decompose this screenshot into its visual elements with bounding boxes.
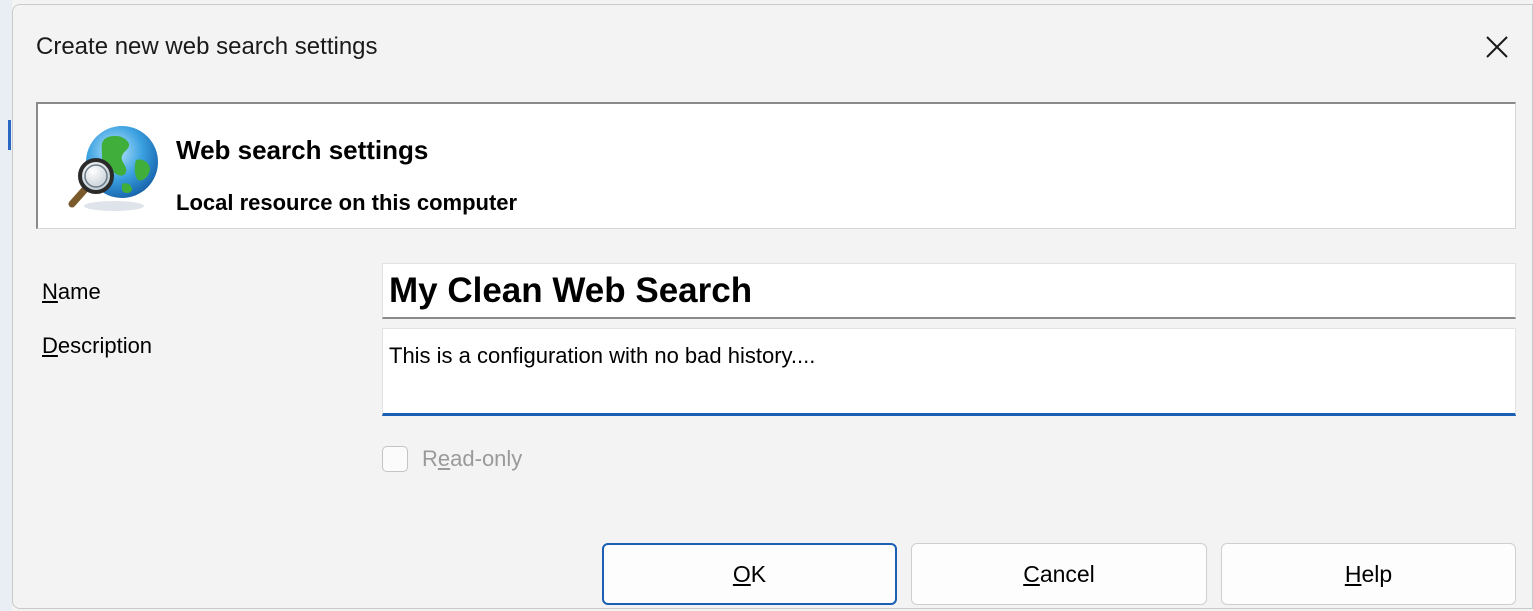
web-search-settings-dialog: Create new web search settings Web searc… [12,4,1533,609]
close-icon [1486,36,1508,58]
readonly-checkbox-row[interactable]: Read-only [382,443,522,475]
readonly-label-mnemonic: e [437,446,451,471]
description-label: Description [42,333,152,359]
dialog-titlebar: Create new web search settings [13,5,1532,89]
dialog-title: Create new web search settings [36,33,378,60]
description-input[interactable]: This is a configuration with no bad hist… [382,328,1516,416]
ok-button[interactable]: OK [602,543,897,605]
ok-button-label: K [750,560,767,587]
header-subtitle: Local resource on this computer [176,190,518,215]
help-button[interactable]: Help [1221,543,1516,605]
header-title: Web search settings [176,135,429,165]
cancel-button-label: ancel [1039,560,1095,587]
readonly-checkbox[interactable] [382,446,408,472]
readonly-label: Read-only [422,446,522,472]
name-label-mnemonic: N [42,279,58,304]
ok-button-mnemonic: O [732,560,751,587]
readonly-label-text: ad-only [450,446,523,471]
name-input[interactable] [382,263,1516,319]
background-selection-marker [8,120,11,150]
name-label: Name [42,279,101,305]
close-button[interactable] [1462,5,1532,89]
help-button-mnemonic: H [1344,560,1362,587]
readonly-label-start: R [422,446,438,471]
help-button-label: elp [1361,560,1393,587]
globe-magnifier-icon [68,126,158,211]
cancel-button-mnemonic: C [1023,560,1040,587]
background-window-edge [0,0,12,611]
name-label-text: ame [57,279,101,304]
header-panel: Web search settings Local resource on th… [36,102,1516,229]
cancel-button[interactable]: Cancel [911,543,1207,605]
description-label-text: escription [57,333,153,358]
description-label-mnemonic: D [42,333,58,358]
